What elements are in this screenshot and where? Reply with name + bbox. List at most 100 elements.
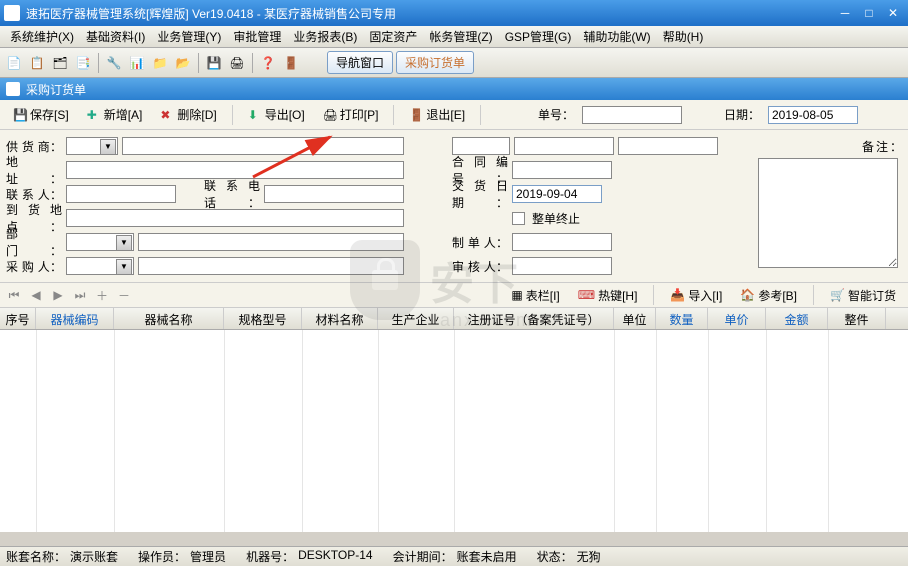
table-col-button[interactable]: ▦表栏[I]: [505, 285, 565, 306]
col-code[interactable]: 器械编码: [36, 308, 114, 329]
menu-business[interactable]: 业务管理(Y): [151, 26, 227, 47]
menu-basic[interactable]: 基础资料(I): [80, 26, 151, 47]
address-label: 地 址: [6, 153, 62, 187]
mid-toolbar: ⏮ ◀ ▶ ⏭ ＋ － ▦表栏[I] ⌨热键[H] 📥导入[I] 🏠参考[B] …: [0, 282, 908, 308]
nav-last-icon[interactable]: ⏭: [72, 287, 88, 303]
window-title: 速拓医疗器械管理系统[辉煌版] Ver19.0418 - 某医疗器械销售公司专用: [26, 5, 832, 22]
maker-input[interactable]: [512, 233, 612, 251]
status-operator-label: 操作员：: [138, 548, 186, 565]
delivery-input[interactable]: [512, 185, 602, 203]
supplier-combo[interactable]: [66, 137, 118, 155]
toolbar-icon-4[interactable]: 📑: [73, 53, 93, 73]
main-toolbar: 📄 📋 🗂 📑 🔧 📊 📁 📂 💾 🖨 ❓ 🚪 导航窗口 采购订货单: [0, 48, 908, 78]
nav-prev-icon[interactable]: ◀: [28, 287, 44, 303]
grid-header: 序号 器械编码 器械名称 规格型号 材料名称 生产企业 注册证号（备案凭证号） …: [0, 308, 908, 330]
toolbar-icon-6[interactable]: 📊: [127, 53, 147, 73]
whole-end-checkbox[interactable]: [512, 212, 525, 225]
menu-aux[interactable]: 辅助功能(W): [577, 26, 656, 47]
contract-input[interactable]: [512, 161, 612, 179]
toolbar-icon-7[interactable]: 📁: [150, 53, 170, 73]
menu-report[interactable]: 业务报表(B): [287, 26, 363, 47]
delivery-label: 交货日期: [452, 177, 508, 211]
import-button[interactable]: 📥导入[I]: [664, 285, 728, 306]
contact-label: 联 系 人: [6, 186, 62, 203]
buyer-combo[interactable]: [66, 257, 134, 275]
toolbar-icon-print[interactable]: 🖨: [227, 53, 247, 73]
menu-system[interactable]: 系统维护(X): [4, 26, 80, 47]
whole-end-label: 整单终止: [532, 210, 580, 227]
export-button[interactable]: ⬇导出[O]: [241, 103, 312, 126]
arrival-input[interactable]: [66, 209, 404, 227]
new-button[interactable]: ✚新增[A]: [80, 103, 150, 126]
nav-del-icon[interactable]: －: [116, 287, 132, 303]
menu-help[interactable]: 帮助(H): [657, 26, 710, 47]
hotkey-button[interactable]: ⌨热键[H]: [572, 285, 644, 306]
nav-add-icon[interactable]: ＋: [94, 287, 110, 303]
reference-button[interactable]: 🏠参考[B]: [734, 285, 803, 306]
minimize-button[interactable]: ─: [834, 4, 856, 22]
menu-approve[interactable]: 审批管理: [227, 26, 287, 47]
toolbar-icon-5[interactable]: 🔧: [104, 53, 124, 73]
titlebar: 速拓医疗器械管理系统[辉煌版] Ver19.0418 - 某医疗器械销售公司专用…: [0, 0, 908, 26]
phone-label: 联系电话: [204, 177, 260, 211]
status-period: 账套未启用: [457, 548, 517, 565]
buyer-input[interactable]: [138, 257, 404, 275]
col-amount[interactable]: 金额: [766, 308, 828, 329]
col-unit[interactable]: 单位: [614, 308, 656, 329]
buyer-label: 采 购 人: [6, 258, 62, 275]
nav-window-button[interactable]: 导航窗口: [327, 51, 393, 74]
reviewer-input[interactable]: [512, 257, 612, 275]
print-button[interactable]: 🖨打印[P]: [316, 103, 386, 126]
dept-input[interactable]: [138, 233, 404, 251]
order-no-label: 单号：: [538, 106, 574, 123]
dept-label: 部 门: [6, 225, 62, 259]
col-name[interactable]: 器械名称: [114, 308, 224, 329]
field-b[interactable]: [514, 137, 614, 155]
grid-body[interactable]: [0, 330, 908, 532]
purchase-order-button[interactable]: 采购订货单: [396, 51, 474, 74]
nav-first-icon[interactable]: ⏮: [6, 287, 22, 303]
statusbar: 账套名称：演示账套 操作员：管理员 机器号：DESKTOP-14 会计期间：账套…: [0, 546, 908, 566]
date-input[interactable]: [768, 106, 858, 124]
col-material[interactable]: 材料名称: [302, 308, 378, 329]
col-seq[interactable]: 序号: [0, 308, 36, 329]
menubar: 系统维护(X) 基础资料(I) 业务管理(Y) 审批管理 业务报表(B) 固定资…: [0, 26, 908, 48]
menu-account[interactable]: 帐务管理(Z): [423, 26, 498, 47]
status-machine: DESKTOP-14: [298, 548, 372, 565]
contact-input[interactable]: [66, 185, 176, 203]
dept-combo[interactable]: [66, 233, 134, 251]
status-account: 演示账套: [70, 548, 118, 565]
col-whole[interactable]: 整件: [828, 308, 886, 329]
col-qty[interactable]: 数量: [656, 308, 708, 329]
nav-next-icon[interactable]: ▶: [50, 287, 66, 303]
save-button[interactable]: 💾保存[S]: [6, 103, 76, 126]
toolbar-icon-save[interactable]: 💾: [204, 53, 224, 73]
remark-input[interactable]: [758, 158, 898, 268]
toolbar-icon-3[interactable]: 🗂: [50, 53, 70, 73]
form-area: 供 货 商 备注 地 址 合同编号 联 系 人 联系电话 交货日期 到货地点 整…: [0, 130, 908, 282]
toolbar-icon-help[interactable]: ❓: [258, 53, 278, 73]
toolbar-icon-8[interactable]: 📂: [173, 53, 193, 73]
col-reg[interactable]: 注册证号（备案凭证号）: [454, 308, 614, 329]
status-period-label: 会计期间：: [393, 548, 453, 565]
status-state: 无狗: [577, 548, 601, 565]
delete-button[interactable]: ✖删除[D]: [153, 103, 223, 126]
exit-button[interactable]: 🚪退出[E]: [402, 103, 472, 126]
toolbar-icon-exit[interactable]: 🚪: [281, 53, 301, 73]
smart-order-button[interactable]: 🛒智能订货: [824, 285, 902, 306]
menu-asset[interactable]: 固定资产: [363, 26, 423, 47]
app-icon: [4, 5, 20, 21]
close-button[interactable]: ✕: [882, 4, 904, 22]
col-mfr[interactable]: 生产企业: [378, 308, 454, 329]
supplier-input[interactable]: [122, 137, 404, 155]
col-spec[interactable]: 规格型号: [224, 308, 302, 329]
order-no-input[interactable]: [582, 106, 682, 124]
maximize-button[interactable]: □: [858, 4, 880, 22]
col-price[interactable]: 单价: [708, 308, 766, 329]
toolbar-icon-2[interactable]: 📋: [27, 53, 47, 73]
menu-gsp[interactable]: GSP管理(G): [499, 26, 578, 47]
phone-input[interactable]: [264, 185, 404, 203]
toolbar-icon-1[interactable]: 📄: [4, 53, 24, 73]
field-c[interactable]: [618, 137, 718, 155]
status-machine-label: 机器号：: [246, 548, 294, 565]
